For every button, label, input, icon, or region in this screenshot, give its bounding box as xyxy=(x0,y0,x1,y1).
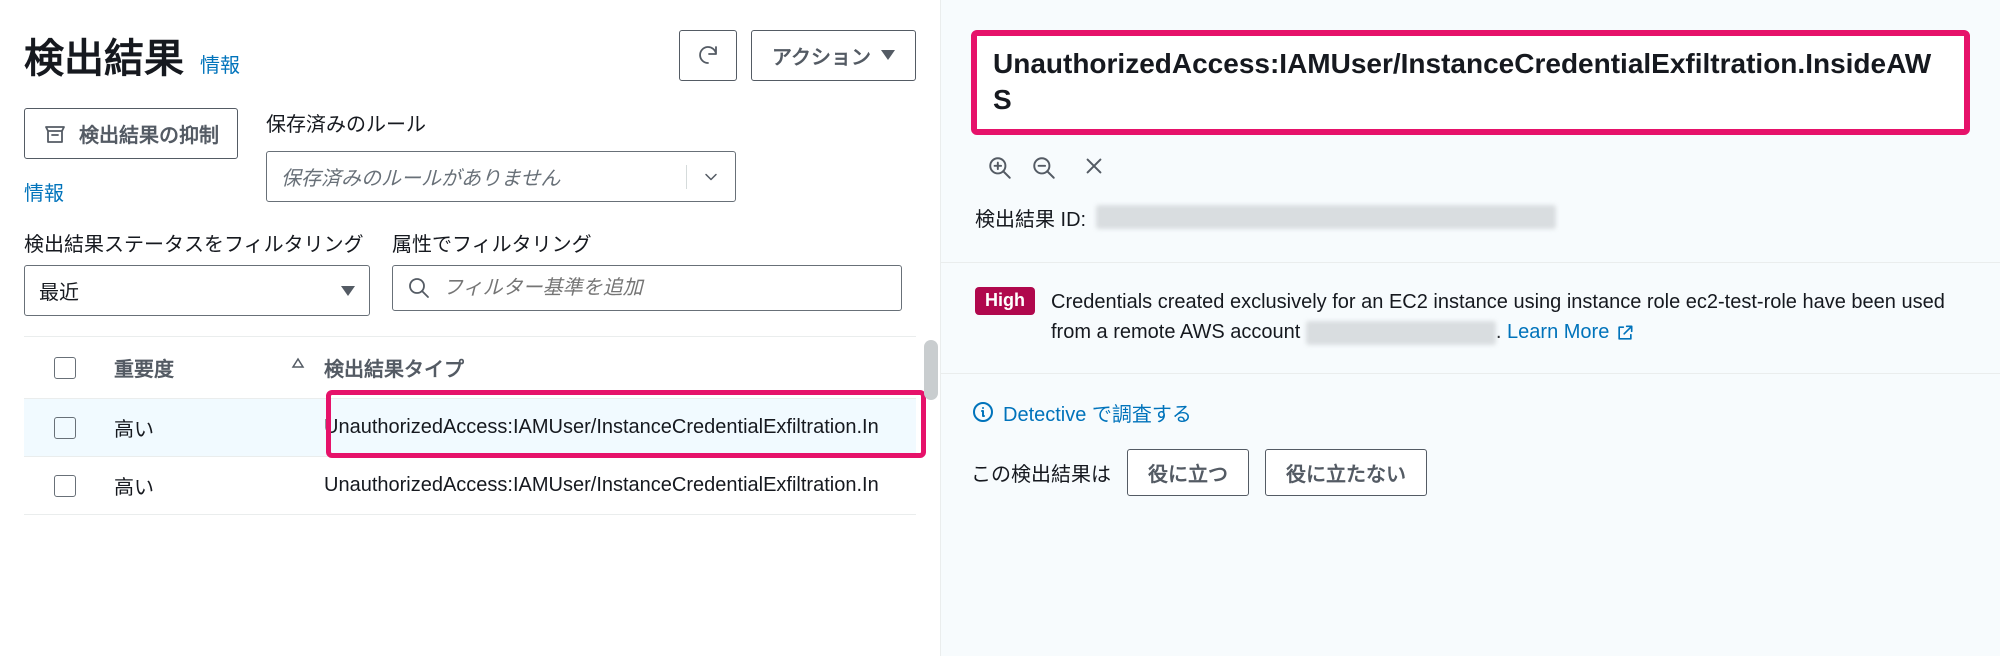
saved-rules-placeholder: 保存済みのルールがありません xyxy=(281,162,560,191)
attr-filter-box[interactable] xyxy=(392,265,902,311)
refresh-button[interactable] xyxy=(679,30,737,81)
saved-rules-dropdown[interactable]: 保存済みのルールがありません xyxy=(266,151,736,202)
finding-id-row: 検出結果 ID: xyxy=(971,203,1970,232)
finding-description: Credentials created exclusively for an E… xyxy=(1051,287,1966,347)
finding-id-value-redacted xyxy=(1096,205,1556,229)
row-type: UnauthorizedAccess:IAMUser/InstanceCrede… xyxy=(324,416,886,439)
caret-down-icon xyxy=(881,50,895,60)
attr-filter-col: 属性でフィルタリング xyxy=(392,228,902,316)
finding-title: UnauthorizedAccess:IAMUser/InstanceCrede… xyxy=(993,46,1948,119)
severity-header-label: 重要度 xyxy=(114,353,174,382)
header-row: 検出結果 情報 アクション xyxy=(24,26,916,84)
close-button[interactable] xyxy=(1083,155,1113,185)
severity-desc-row: High Credentials created exclusively for… xyxy=(971,287,1970,347)
sort-icon xyxy=(290,356,306,379)
col-checkbox-header xyxy=(54,357,114,379)
select-all-checkbox[interactable] xyxy=(54,357,76,379)
header-actions: アクション xyxy=(679,30,916,81)
finding-title-box: UnauthorizedAccess:IAMUser/InstanceCrede… xyxy=(971,30,1970,135)
info-icon xyxy=(971,400,995,424)
attr-filter-label: 属性でフィルタリング xyxy=(392,228,902,257)
row-type: UnauthorizedAccess:IAMUser/InstanceCrede… xyxy=(324,474,886,497)
learn-more-link[interactable]: Learn More xyxy=(1507,321,1635,343)
row-severity: 高い xyxy=(114,413,324,442)
saved-rules-label: 保存済みのルール xyxy=(266,108,736,137)
refresh-icon xyxy=(696,43,720,67)
page-title: 検出結果 xyxy=(24,26,184,84)
not-useful-button[interactable]: 役に立たない xyxy=(1265,449,1427,496)
controls-row: 検出結果の抑制 情報 保存済みのルール 保存済みのルールがありません xyxy=(24,108,916,206)
table-row[interactable]: 高い UnauthorizedAccess:IAMUser/InstanceCr… xyxy=(24,457,916,515)
feedback-row: この検出結果は 役に立つ 役に立たない xyxy=(971,449,1970,496)
suppress-group: 検出結果の抑制 情報 xyxy=(24,108,238,206)
suppress-label: 検出結果の抑制 xyxy=(79,119,219,148)
detective-link[interactable]: Detective で調査する xyxy=(971,398,1970,427)
divider xyxy=(941,373,2000,374)
desc-post: . xyxy=(1496,321,1507,343)
type-header-label: 検出結果タイプ xyxy=(324,359,464,381)
status-dropdown[interactable]: 最近 xyxy=(24,265,370,316)
zoom-out-button[interactable] xyxy=(1031,155,1061,185)
row-checkbox[interactable] xyxy=(54,417,76,439)
zoom-in-button[interactable] xyxy=(987,155,1017,185)
filter-row: 検出結果ステータスをフィルタリング 最近 属性でフィルタリング xyxy=(24,228,916,316)
archive-icon xyxy=(43,122,67,146)
left-panel: 検出結果 情報 アクション 検出結果の抑制 情報 保存済みのルール 保存済みのル… xyxy=(0,0,940,656)
scrollbar[interactable] xyxy=(922,340,940,646)
severity-badge: High xyxy=(975,287,1035,315)
divider xyxy=(941,262,2000,263)
action-button[interactable]: アクション xyxy=(751,30,916,81)
account-redacted xyxy=(1306,321,1496,345)
detail-panel: UnauthorizedAccess:IAMUser/InstanceCrede… xyxy=(940,0,2000,656)
row-severity: 高い xyxy=(114,471,324,500)
info-link[interactable]: 情報 xyxy=(200,49,240,78)
search-icon xyxy=(407,276,431,300)
status-filter-col: 検出結果ステータスをフィルタリング 最近 xyxy=(24,228,370,316)
finding-id-label: 検出結果 ID: xyxy=(975,203,1086,232)
detective-link-label: Detective で調査する xyxy=(1003,398,1192,427)
status-filter-label: 検出結果ステータスをフィルタリング xyxy=(24,228,370,257)
external-link-icon xyxy=(1615,323,1635,343)
col-type-header[interactable]: 検出結果タイプ xyxy=(324,353,886,382)
suppress-button[interactable]: 検出結果の抑制 xyxy=(24,108,238,159)
title-group: 検出結果 情報 xyxy=(24,26,240,84)
chevron-down-icon xyxy=(701,167,721,187)
row-checkbox[interactable] xyxy=(54,475,76,497)
action-label: アクション xyxy=(772,41,871,70)
zoom-controls xyxy=(987,155,1970,185)
col-severity-header[interactable]: 重要度 xyxy=(114,353,324,382)
suppress-info-link[interactable]: 情報 xyxy=(24,177,238,206)
status-value: 最近 xyxy=(39,276,79,305)
findings-table: 重要度 検出結果タイプ 高い UnauthorizedAccess:IAMUse… xyxy=(24,336,916,515)
table-header-row: 重要度 検出結果タイプ xyxy=(24,337,916,399)
table-row[interactable]: 高い UnauthorizedAccess:IAMUser/InstanceCr… xyxy=(24,399,916,457)
caret-down-icon xyxy=(341,286,355,296)
scrollbar-thumb[interactable] xyxy=(924,340,938,400)
useful-button[interactable]: 役に立つ xyxy=(1127,449,1249,496)
feedback-label: この検出結果は xyxy=(971,458,1111,487)
attr-filter-input[interactable] xyxy=(443,277,887,300)
saved-rules-group: 保存済みのルール 保存済みのルールがありません xyxy=(266,108,736,202)
